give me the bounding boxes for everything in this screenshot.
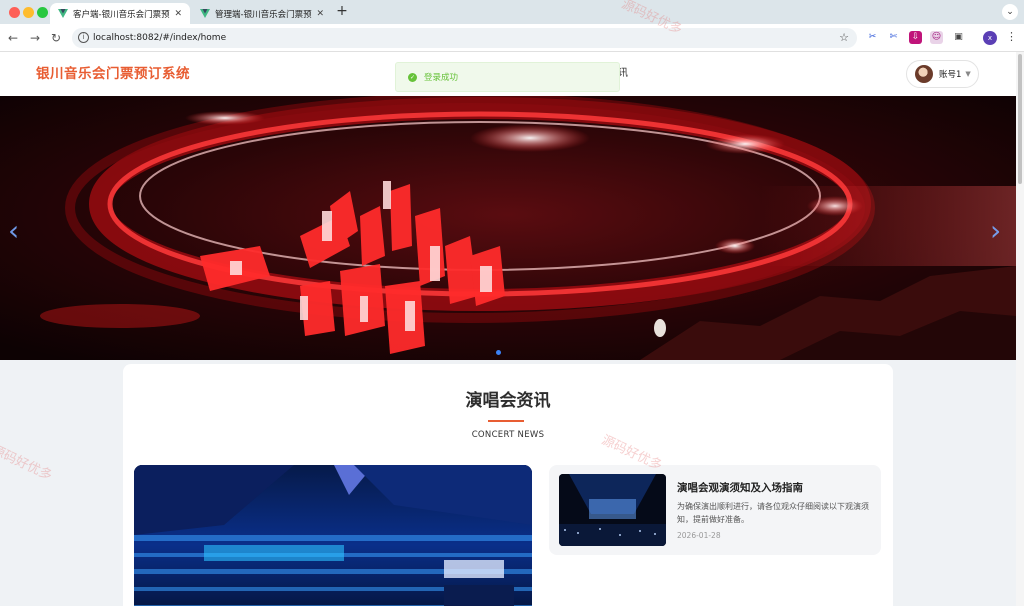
success-toast: ✓ 登录成功 [395,62,620,92]
close-tab-icon[interactable]: ✕ [316,9,324,19]
news-item-title[interactable]: 演唱会观演须知及入场指南 [677,480,803,495]
site-info-icon[interactable]: i [78,32,89,43]
bookmark-star-icon[interactable]: ☆ [839,28,849,48]
back-arrow-icon[interactable]: ← [5,30,21,46]
tab-title: 管理端-银川音乐会门票预订系统 [215,9,312,20]
profile-avatar[interactable]: x [983,31,997,45]
stadium-crowd-image [134,465,532,606]
tab-search-chevron-icon[interactable]: ⌄ [1002,4,1018,20]
carousel-indicator-dot[interactable] [496,350,501,355]
face-extension-icon[interactable]: ☺ [930,31,943,44]
web-page: 银川音乐会门票预订系统 讯 账号1 ▼ ✓ 登录成功 ‹ › 演唱会资讯 CON… [0,52,1016,606]
site-title[interactable]: 银川音乐会门票预订系统 [36,52,190,96]
news-list-item[interactable]: 演唱会观演须知及入场指南 为确保演出顺利进行，请各位观众仔细阅读以下观演须知，提… [549,465,881,555]
account-dropdown[interactable]: 账号1 ▼ [906,60,979,88]
vue-logo-icon [58,9,68,18]
cut-extension-icon[interactable]: ✄ [887,31,900,44]
close-tab-icon[interactable]: ✕ [174,9,182,19]
featured-news-image[interactable] [134,465,532,606]
address-bar[interactable]: i localhost:8082/#/index/home ☆ [72,28,857,48]
banner-image [0,96,1016,360]
reload-icon[interactable]: ↻ [48,30,64,46]
vue-logo-icon [200,9,210,18]
news-item-date: 2026-01-28 [677,531,721,540]
banner-carousel[interactable]: ‹ › [0,96,1016,360]
page-scrollbar[interactable] [1016,52,1024,606]
news-item-description: 为确保演出顺利进行，请各位观众仔细阅读以下观演须知，提前做好准备。 [677,502,869,524]
extensions-puzzle-icon[interactable]: ▣ [952,31,965,44]
concert-stage-image [559,474,666,546]
carousel-next-arrow-icon[interactable]: › [990,214,1001,247]
url-text[interactable]: localhost:8082/#/index/home [93,28,226,48]
browser-tab-admin[interactable]: 管理端-银川音乐会门票预订系统 ✕ [192,3,332,24]
account-name: 账号1 [939,70,962,80]
browser-tab-bar: 客户端-银川音乐会门票预订系统 ✕ 管理端-银川音乐会门票预订系统 ✕ + ⌄ [0,0,1024,24]
forward-arrow-icon[interactable]: → [27,30,43,46]
section-title: 演唱会资讯 [465,391,551,411]
maximize-window-button[interactable] [37,7,48,18]
caret-down-icon: ▼ [965,70,971,78]
concert-news-section: 演唱会资讯 CONCERT NEWS 演唱会观演须知及入场指南 为确保演出顺利进… [123,364,893,606]
watermark-text: 源码好优多 [0,442,55,484]
minimize-window-button[interactable] [23,7,34,18]
section-subtitle: CONCERT NEWS [471,430,545,440]
close-window-button[interactable] [9,7,20,18]
avatar [915,65,933,83]
title-underline [488,420,524,422]
download-extension-icon[interactable]: ⇩ [909,31,922,44]
toast-message: 登录成功 [424,73,459,83]
check-circle-icon: ✓ [408,72,417,82]
scrollbar-thumb[interactable] [1018,54,1022,184]
kebab-menu-icon[interactable]: ⋮ [1006,30,1017,43]
scissors-extension-icon[interactable]: ✂ [866,31,879,44]
tab-title: 客户端-银川音乐会门票预订系统 [73,9,170,20]
news-thumbnail [559,474,666,546]
browser-toolbar: ← → ↻ i localhost:8082/#/index/home ☆ ✂ … [0,24,1024,52]
carousel-prev-arrow-icon[interactable]: ‹ [8,214,19,247]
new-tab-button[interactable]: + [334,3,350,21]
browser-tab-client[interactable]: 客户端-银川音乐会门票预订系统 ✕ [50,3,190,24]
